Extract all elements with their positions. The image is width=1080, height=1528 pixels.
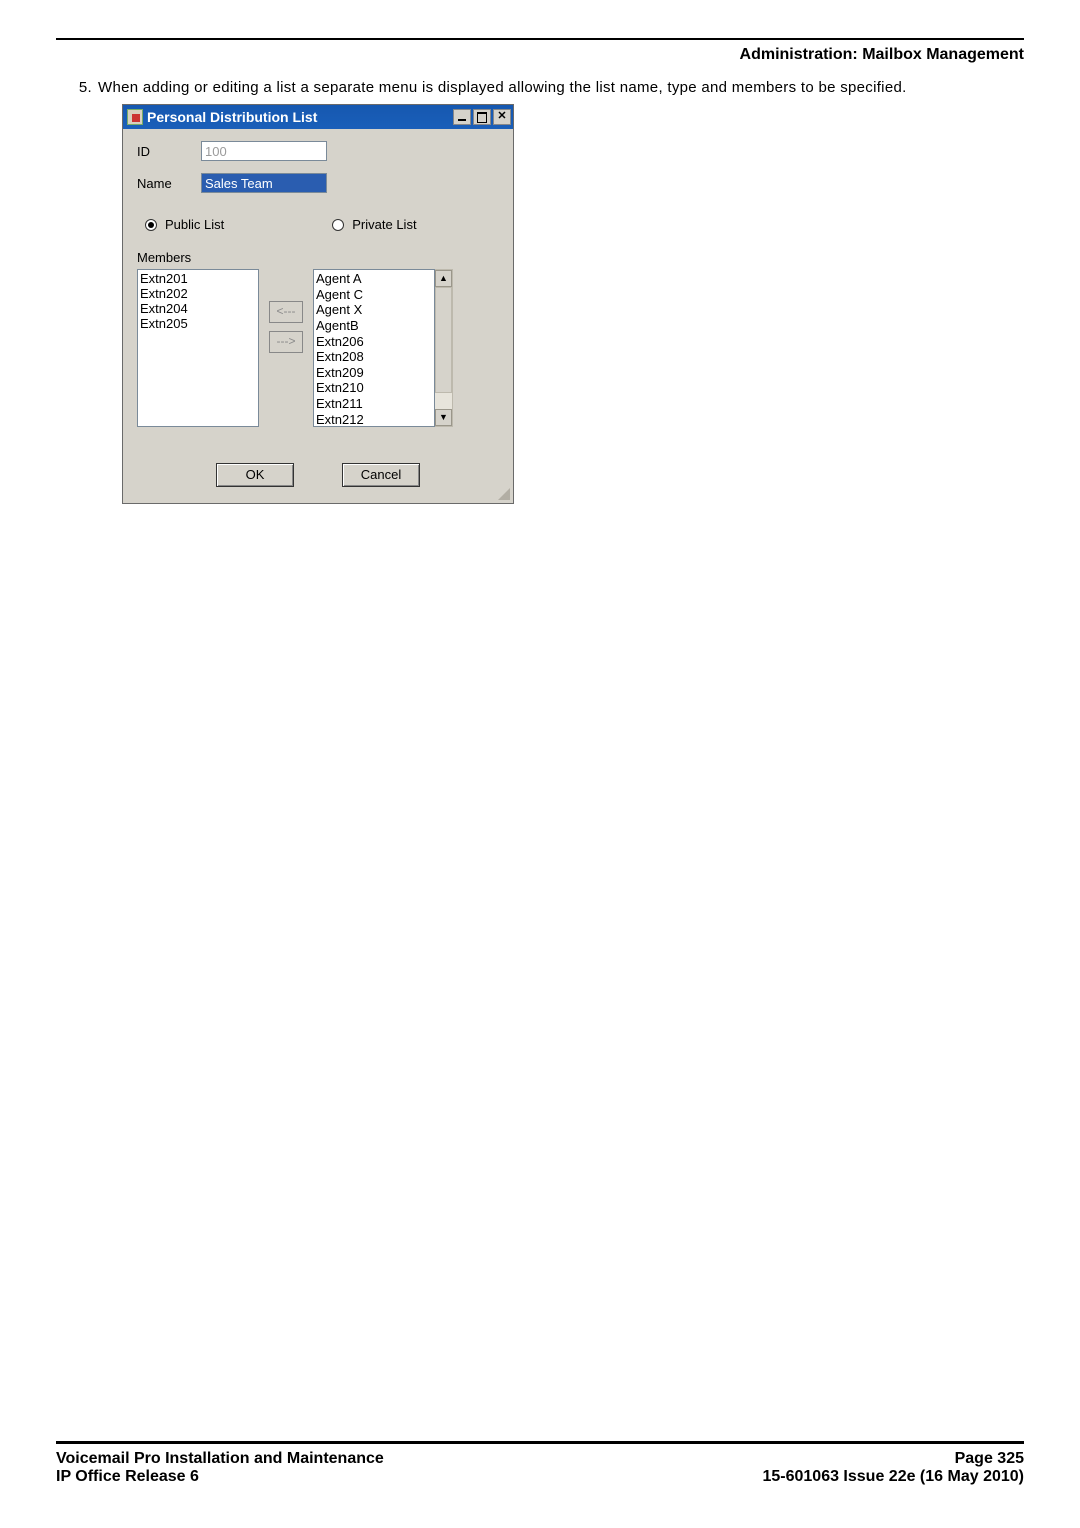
minimize-button[interactable] (453, 109, 471, 125)
list-item[interactable]: Extn210 (316, 380, 432, 396)
resize-grip-icon[interactable] (497, 487, 511, 501)
list-item[interactable]: Extn204 (140, 301, 256, 316)
personal-distribution-list-dialog: Personal Distribution List ✕ ID Name Pub… (122, 104, 514, 504)
app-icon (127, 109, 143, 125)
members-label: Members (137, 250, 499, 265)
scrollbar[interactable]: ▲ ▼ (435, 269, 453, 427)
list-item[interactable]: Agent A (316, 271, 432, 287)
header-section: Administration: Mailbox Management (740, 46, 1024, 64)
close-button[interactable]: ✕ (493, 109, 511, 125)
id-field (201, 141, 327, 161)
step-text: When adding or editing a list a separate… (98, 78, 1024, 98)
private-list-label: Private List (352, 217, 416, 232)
list-item[interactable]: Extn212 (316, 412, 432, 428)
move-left-button[interactable]: <--- (269, 301, 303, 323)
list-item[interactable]: Extn202 (140, 286, 256, 301)
public-list-label: Public List (165, 217, 224, 232)
move-right-button[interactable]: ---> (269, 331, 303, 353)
list-item[interactable]: Agent C (316, 287, 432, 303)
titlebar[interactable]: Personal Distribution List ✕ (123, 105, 513, 129)
list-item[interactable]: Extn201 (140, 271, 256, 286)
ok-button[interactable]: OK (216, 463, 294, 487)
list-item[interactable]: AgentB (316, 318, 432, 334)
private-list-radio[interactable]: Private List (332, 217, 416, 232)
radio-icon (145, 219, 157, 231)
list-item[interactable]: Extn209 (316, 365, 432, 381)
members-lists: Extn201 Extn202 Extn204 Extn205 <--- ---… (137, 269, 499, 427)
name-label: Name (137, 176, 201, 191)
footer-divider (56, 1441, 1024, 1444)
list-item[interactable]: Extn206 (316, 334, 432, 350)
step-number: 5. (56, 78, 98, 98)
list-item[interactable]: Extn205 (140, 316, 256, 331)
footer-issue: 15-601063 Issue 22e (16 May 2010) (762, 1468, 1024, 1485)
available-members-list[interactable]: Agent A Agent C Agent X AgentB Extn206 E… (313, 269, 435, 427)
cancel-button[interactable]: Cancel (342, 463, 420, 487)
step-row: 5. When adding or editing a list a separ… (56, 78, 1024, 98)
list-item[interactable]: Agent X (316, 302, 432, 318)
header-divider (56, 38, 1024, 40)
selected-members-list[interactable]: Extn201 Extn202 Extn204 Extn205 (137, 269, 259, 427)
footer-title: Voicemail Pro Installation and Maintenan… (56, 1450, 384, 1467)
dialog-title: Personal Distribution List (147, 109, 453, 125)
footer-page: Page 325 (955, 1450, 1024, 1467)
list-type-radios: Public List Private List (145, 217, 499, 232)
scroll-thumb[interactable] (435, 287, 452, 393)
list-item[interactable]: Extn208 (316, 349, 432, 365)
name-field[interactable] (201, 173, 327, 193)
radio-icon (332, 219, 344, 231)
scroll-track[interactable] (435, 287, 452, 409)
scroll-down-button[interactable]: ▼ (435, 409, 452, 426)
footer-release: IP Office Release 6 (56, 1468, 199, 1485)
id-label: ID (137, 144, 201, 159)
list-item[interactable]: Extn211 (316, 396, 432, 412)
public-list-radio[interactable]: Public List (145, 217, 224, 232)
scroll-up-button[interactable]: ▲ (435, 270, 452, 287)
maximize-button[interactable] (473, 109, 491, 125)
